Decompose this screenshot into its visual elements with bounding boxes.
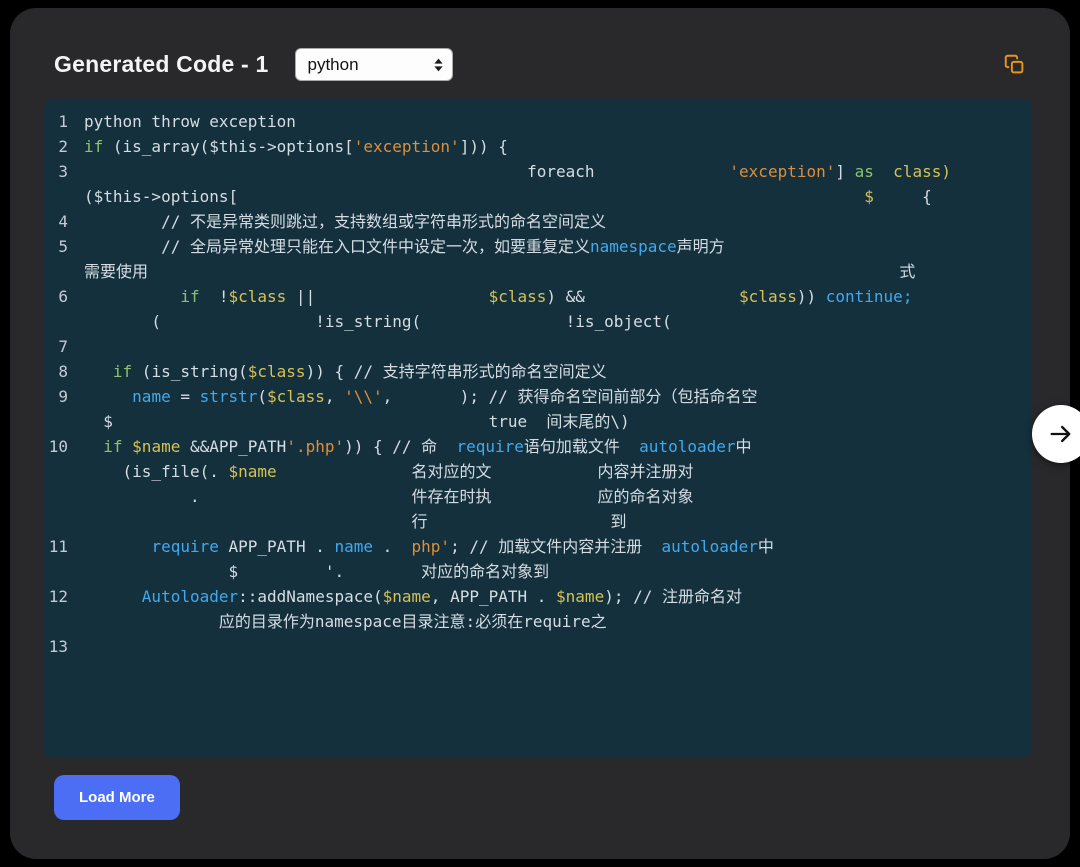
line-content: ($this->options[ $ {	[84, 187, 932, 206]
line-number	[44, 459, 84, 484]
code-row: 3 foreach 'exception'] as class)	[44, 159, 1032, 184]
code-row: 需要使用 式	[44, 259, 1032, 284]
code-row: 13	[44, 634, 1032, 659]
line-number: 13	[48, 637, 68, 656]
line-content: require APP_PATH . name . php'; // 加载文件内…	[151, 537, 774, 556]
line-content: if !$class || $class) && $class)) contin…	[180, 287, 913, 306]
code-row: 6 if !$class || $class) && $class)) cont…	[44, 284, 1032, 309]
line-content: . 件存在时执 应的命名对象	[84, 487, 694, 506]
code-row: 4 // 不是异常类则跳过，支持数组或字符串形式的命名空间定义	[44, 209, 1032, 234]
line-content: 应的目录作为namespace目录注意:必须在require之	[84, 612, 607, 631]
line-number	[44, 184, 84, 209]
line-number: 5	[58, 237, 68, 256]
code-row: 5 // 全局异常处理只能在入口文件中设定一次，如要重复定义namespace声…	[44, 234, 1032, 259]
line-content: $ true 间末尾的\)	[84, 412, 630, 431]
line-content: // 全局异常处理只能在入口文件中设定一次，如要重复定义namespace声明方	[84, 237, 725, 256]
code-row: $ true 间末尾的\)	[44, 409, 1032, 434]
line-number: 12	[48, 587, 68, 606]
language-select[interactable]: python	[294, 48, 453, 81]
line-number	[44, 259, 84, 284]
line-number	[44, 309, 84, 334]
line-number: 2	[58, 137, 68, 156]
line-number: 3	[58, 162, 68, 181]
line-content: foreach 'exception'] as class)	[84, 162, 951, 181]
line-number: 6	[58, 287, 68, 306]
generated-code-card: Generated Code - 1 python 1 python throw …	[10, 8, 1070, 859]
language-select-value: python	[307, 54, 359, 74]
code-row: 8 if (is_string($class)) { // 支持字符串形式的命名…	[44, 359, 1032, 384]
code-row: (is_file(. $name 名对应的文 内容并注册对	[44, 459, 1032, 484]
code-lines: 1 python throw exception 2 if (is_array($th…	[44, 109, 1032, 659]
line-content: Autoloader::addNamespace($name, APP_PATH…	[141, 587, 743, 606]
code-row: . 件存在时执 应的命名对象	[44, 484, 1032, 509]
code-row: $ '. 对应的命名对象到	[44, 559, 1032, 584]
line-content: python throw exception	[84, 112, 296, 131]
code-row: 9 name = strstr($class, '\\', ); // 获得命名…	[44, 384, 1032, 409]
line-content: 行 到	[84, 512, 627, 531]
line-number: 11	[48, 537, 68, 556]
line-content	[84, 634, 1032, 659]
code-row: 10 if $name &&APP_PATH'.php')) { // 命 re…	[44, 434, 1032, 459]
line-number	[44, 609, 84, 634]
copy-button[interactable]	[1002, 53, 1026, 77]
arrow-right-icon	[1047, 420, 1075, 448]
line-number: 7	[58, 337, 68, 356]
code-row: 应的目录作为namespace目录注意:必须在require之	[44, 609, 1032, 634]
line-content: if $name &&APP_PATH'.php')) { // 命 requi…	[103, 437, 752, 456]
code-row: 11 require APP_PATH . name . php'; // 加载…	[44, 534, 1032, 559]
code-row: ( !is_string( !is_object(	[44, 309, 1032, 334]
line-content: (is_file(. $name 名对应的文 内容并注册对	[84, 462, 694, 481]
line-content: 需要使用 式	[84, 262, 916, 281]
code-row: 1 python throw exception	[44, 109, 1032, 134]
copy-icon	[1004, 54, 1025, 75]
page-title: Generated Code - 1	[54, 51, 269, 77]
code-editor[interactable]: 1 python throw exception 2 if (is_array($th…	[44, 99, 1032, 757]
line-content: $ '. 对应的命名对象到	[84, 562, 550, 581]
line-number: 8	[58, 362, 68, 381]
line-number	[44, 484, 84, 509]
line-number	[44, 409, 84, 434]
line-content	[84, 334, 1032, 359]
code-row: 2 if (is_array($this->options['exception'…	[44, 134, 1032, 159]
code-row: 行 到	[44, 509, 1032, 534]
line-number	[44, 559, 84, 584]
card-header: Generated Code - 1 python	[10, 8, 1070, 99]
line-content: if (is_string($class)) { // 支持字符串形式的命名空间…	[112, 362, 607, 381]
line-content: ( !is_string( !is_object(	[84, 312, 672, 331]
line-number	[44, 509, 84, 534]
line-number: 1	[58, 112, 68, 131]
line-number: 10	[48, 437, 68, 456]
line-content: // 不是异常类则跳过，支持数组或字符串形式的命名空间定义	[84, 212, 606, 231]
line-content: name = strstr($class, '\\', ); // 获得命名空间…	[132, 387, 758, 406]
code-row: 7	[44, 334, 1032, 359]
code-row: ($this->options[ $ {	[44, 184, 1032, 209]
code-row: 12 Autoloader::addNamespace($name, APP_P…	[44, 584, 1032, 609]
line-number: 4	[58, 212, 68, 231]
select-arrows-icon	[433, 57, 444, 73]
line-content: if (is_array($this->options['exception']…	[84, 137, 508, 156]
line-number: 9	[58, 387, 68, 406]
load-more-button[interactable]: Load More	[54, 775, 180, 820]
